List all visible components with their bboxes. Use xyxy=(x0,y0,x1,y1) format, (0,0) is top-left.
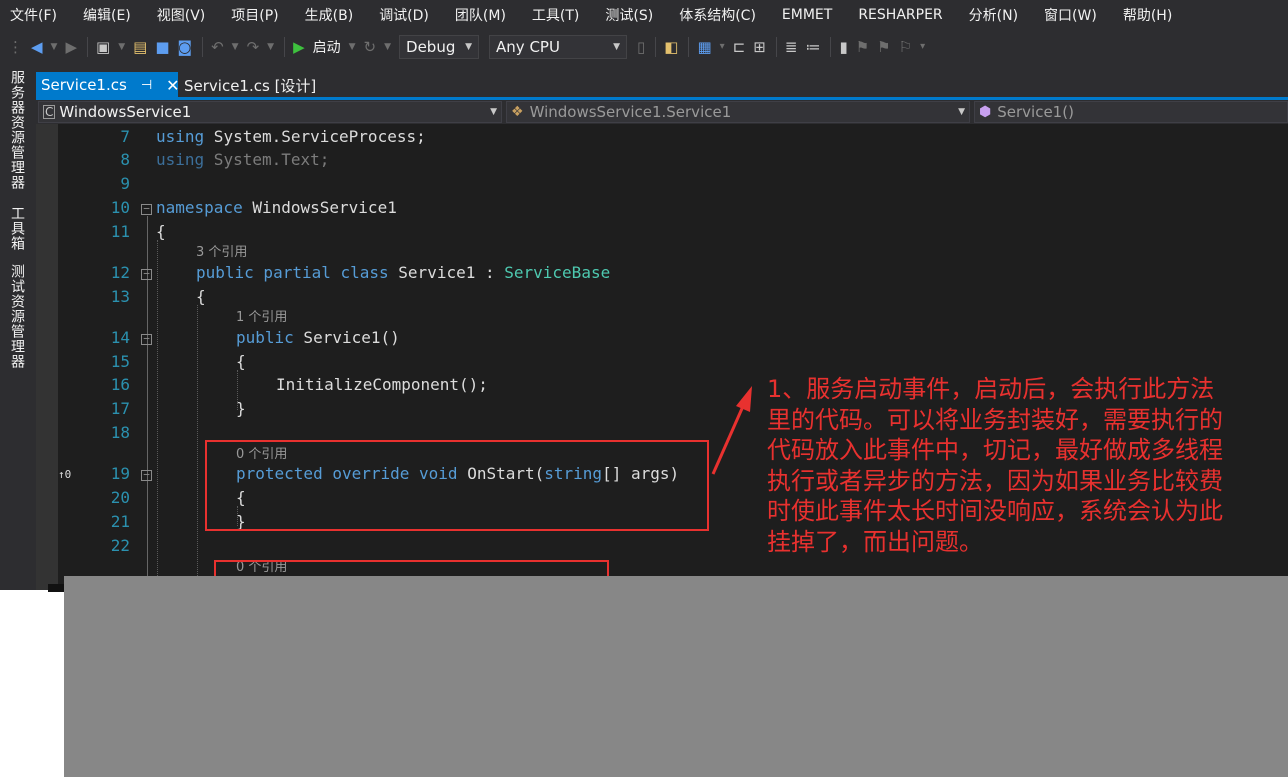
uncomment-icon[interactable]: ≔ xyxy=(805,39,820,55)
chevron-down-icon[interactable]: ▼ xyxy=(118,42,125,52)
toolbar-separator xyxy=(284,37,286,57)
solution-configuration-value: Debug xyxy=(406,38,456,56)
chevron-down-icon: ▼ xyxy=(958,107,965,117)
menu-emmet[interactable]: EMMET xyxy=(782,7,832,23)
type-dropdown-value: WindowsService1.Service1 xyxy=(529,103,732,121)
bookmark-icon[interactable]: ▮ xyxy=(839,39,847,55)
grey-overlay xyxy=(64,576,1288,777)
overflow-icon[interactable]: ▾ xyxy=(720,42,725,52)
project-dropdown[interactable]: C WindowsService1 ▼ xyxy=(38,101,502,123)
csharp-file-icon: C xyxy=(43,105,56,119)
annotation-line: 挂掉了，而出问题。 xyxy=(767,527,983,556)
toolbar-separator xyxy=(87,37,89,57)
menu-help[interactable]: 帮助(H) xyxy=(1123,5,1172,25)
menu-team[interactable]: 团队(M) xyxy=(455,5,506,25)
toolbar-separator xyxy=(830,37,832,57)
type-dropdown[interactable]: ❖ WindowsService1.Service1 ▼ xyxy=(506,101,970,123)
standard-toolbar: ⋮ ◀ ▼ ▶ ▣ ▼ ▤ ■ ◙ ↶ ▼ ↷ ▼ ▶ 启动 ▼ ↻ ▼ Deb… xyxy=(0,31,1288,63)
pin-icon[interactable]: ⊣ xyxy=(141,78,152,93)
member-dropdown-value: Service1() xyxy=(997,103,1074,121)
tab-service1-design[interactable]: Service1.cs [设计] xyxy=(179,72,329,98)
chevron-down-icon[interactable]: ▼ xyxy=(51,42,58,52)
server-explorer-tab[interactable]: 服务器资源管理器 xyxy=(7,70,27,190)
solution-platform-select[interactable]: Any CPU ▼ xyxy=(489,35,628,59)
new-project-icon[interactable]: ▣ xyxy=(96,39,110,55)
menu-tools[interactable]: 工具(T) xyxy=(532,5,579,25)
member-dropdown[interactable]: ⬢ Service1() xyxy=(974,101,1288,123)
solution-configuration-select[interactable]: Debug ▼ xyxy=(399,35,480,59)
menu-analyze[interactable]: 分析(N) xyxy=(969,5,1018,25)
chevron-down-icon: ▼ xyxy=(465,42,473,52)
chevron-down-icon: ▼ xyxy=(613,42,621,52)
class-icon: ❖ xyxy=(511,104,524,120)
annotation-line: 代码放入此事件中，切记，最好做成多线程 xyxy=(767,436,1223,464)
back-icon[interactable]: ◀ xyxy=(31,39,43,55)
menu-project[interactable]: 项目(P) xyxy=(231,5,278,25)
refresh-icon[interactable]: ↻ xyxy=(364,39,377,55)
chevron-down-icon[interactable]: ▼ xyxy=(349,42,356,52)
toolbar-separator xyxy=(202,37,204,57)
solution-platform-value: Any CPU xyxy=(496,38,560,56)
menu-file[interactable]: 文件(F) xyxy=(10,5,57,25)
solution-explorer-icon[interactable]: ▦ xyxy=(697,39,711,55)
menu-debug[interactable]: 调试(D) xyxy=(379,5,429,25)
comment-icon[interactable]: ≣ xyxy=(785,39,798,55)
annotation-line: 执行或者异步的方法，因为如果业务比较费 xyxy=(767,466,1223,495)
navigation-bar: C WindowsService1 ▼ ❖ WindowsService1.Se… xyxy=(36,100,1288,124)
properties-icon[interactable]: ⊏ xyxy=(733,39,746,55)
side-tool-strip: 服务器资源管理器 工具箱 测试资源管理器 xyxy=(0,64,36,590)
annotation-line: 里的代码。可以将业务封装好，需要执行的 xyxy=(767,405,1223,434)
tab-service1-cs[interactable]: Service1.cs ⊣ ✕ xyxy=(36,72,180,98)
toolbox-icon[interactable]: ⊞ xyxy=(753,39,766,55)
chevron-down-icon[interactable]: ▼ xyxy=(384,42,391,52)
menu-test[interactable]: 测试(S) xyxy=(605,5,653,25)
undo-icon[interactable]: ↶ xyxy=(211,39,224,55)
open-icon[interactable]: ▤ xyxy=(133,39,147,55)
image-artifact xyxy=(48,584,64,592)
toolbar-grip-icon: ⋮ xyxy=(8,37,23,56)
tab-label: Service1.cs xyxy=(41,76,127,94)
annotation-line: 时使此事件太长时间没响应，系统会认为此 xyxy=(767,497,1223,525)
next-bookmark-icon[interactable]: ⚑ xyxy=(877,39,890,55)
chevron-down-icon[interactable]: ▼ xyxy=(267,42,274,52)
menu-resharper[interactable]: RESHARPER xyxy=(858,7,942,23)
start-button-label[interactable]: 启动 xyxy=(313,37,341,57)
start-icon[interactable]: ▶ xyxy=(293,39,305,55)
annotation-line: 1、服务启动事件，启动后，会执行此方法 xyxy=(767,375,1215,403)
clear-bookmarks-icon[interactable]: ⚐ xyxy=(899,39,912,55)
menu-window[interactable]: 窗口(W) xyxy=(1044,5,1097,25)
test-explorer-tab[interactable]: 测试资源管理器 xyxy=(7,264,27,369)
save-all-icon[interactable]: ◙ xyxy=(178,39,193,55)
toolbar-separator xyxy=(655,37,657,57)
menu-architecture[interactable]: 体系结构(C) xyxy=(679,5,756,25)
toolbox-tab[interactable]: 工具箱 xyxy=(7,206,27,251)
chevron-down-icon[interactable]: ▼ xyxy=(232,42,239,52)
chevron-down-icon: ▼ xyxy=(490,107,497,117)
annotation-text: 1、服务启动事件，启动后，会执行此方法 里的代码。可以将业务封装好，需要执行的 … xyxy=(767,374,1288,557)
save-icon[interactable]: ■ xyxy=(155,39,169,55)
project-dropdown-value: WindowsService1 xyxy=(59,103,192,121)
previous-bookmark-icon[interactable]: ⚑ xyxy=(856,39,869,55)
menu-edit[interactable]: 编辑(E) xyxy=(83,5,131,25)
method-icon: ⬢ xyxy=(979,104,992,120)
tab-label: Service1.cs [设计] xyxy=(184,76,317,95)
forward-icon[interactable]: ▶ xyxy=(65,39,77,55)
toolbar-separator xyxy=(775,37,777,57)
close-icon[interactable]: ✕ xyxy=(166,76,179,95)
redo-icon[interactable]: ↷ xyxy=(247,39,260,55)
menu-bar: 文件(F) 编辑(E) 视图(V) 项目(P) 生成(B) 调试(D) 团队(M… xyxy=(0,0,1288,30)
toolbar-separator xyxy=(688,37,690,57)
document-tabs: Service1.cs ⊣ ✕ Service1.cs [设计] xyxy=(36,72,1288,98)
visual-studio-window: 文件(F) 编辑(E) 视图(V) 项目(P) 生成(B) 调试(D) 团队(M… xyxy=(0,0,1288,590)
menu-build[interactable]: 生成(B) xyxy=(305,5,354,25)
overflow-icon[interactable]: ▾ xyxy=(920,42,925,52)
find-in-files-icon[interactable]: ◧ xyxy=(664,39,678,55)
menu-view[interactable]: 视图(V) xyxy=(157,5,206,25)
device-icon[interactable]: ▯ xyxy=(637,39,645,55)
